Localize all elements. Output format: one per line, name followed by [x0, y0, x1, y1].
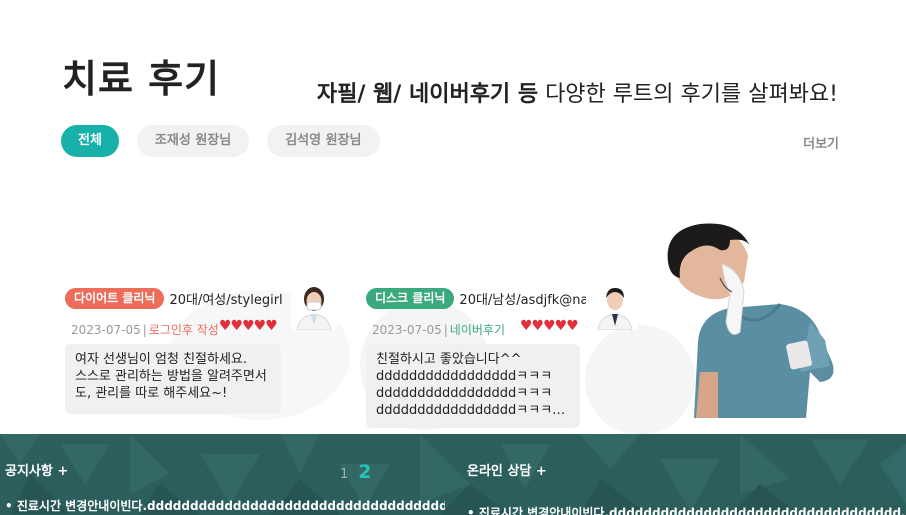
doctor-avatar — [592, 280, 638, 330]
clinic-badge: 디스크 클리닉 — [366, 288, 455, 309]
page-title: 치료 후기 — [62, 57, 221, 101]
doctor-avatar — [291, 280, 337, 330]
rating-hearts: ♥♥♥♥♥ — [219, 318, 278, 334]
review-source: 네이버후기 — [449, 323, 505, 337]
page-subtitle: 자필/ 웹/ 네이버후기 등 다양한 루트의 후기를 살펴봐요! — [317, 76, 838, 108]
footer-panel: 공지사항 + • 진료시간 변경안내이빈다.dddddddddddddddddd… — [0, 434, 906, 515]
review-source: 로그인후 작성 — [148, 323, 219, 337]
page-1[interactable]: 1 — [340, 467, 348, 482]
doctor-tabs: 전체 조재성 원장님 김석영 원장님 — [61, 125, 380, 157]
review-card[interactable]: 다이어트 클리닉 20대/여성/stylegirl 2023-07-05 | 로그인… — [65, 280, 337, 418]
consult-item[interactable]: • 진료시간 변경안내이빈다.ddddddddddddddddddddddddd… — [467, 504, 906, 515]
patient-photo — [667, 223, 834, 418]
review-head: 다이어트 클리닉 20대/여성/stylegirl — [65, 288, 285, 309]
consult-title[interactable]: 온라인 상담 + — [467, 460, 547, 479]
review-text: 여자 선생님이 엄청 친절하세요. 스스로 관리하는 방법을 알려주면서도, 관… — [65, 344, 281, 414]
review-meta: 2023-07-05 | 로그인후 작성 — [71, 323, 219, 337]
review-text: 친절하시고 좋았습니다^^ dddddddddddddddddㅋㅋㅋ ddddd… — [366, 344, 580, 428]
review-date: 2023-07-05 — [71, 323, 141, 337]
review-date: 2023-07-05 — [372, 323, 442, 337]
notice-item[interactable]: • 진료시간 변경안내이빈다.ddddddddddddddddddddddddd… — [5, 497, 445, 514]
tab-all[interactable]: 전체 — [61, 125, 119, 157]
more-link[interactable]: 더보기 — [803, 133, 839, 152]
clinic-badge: 다이어트 클리닉 — [65, 288, 165, 309]
review-card[interactable]: 디스크 클리닉 20대/남성/asdjfk@naver.com 2023-07-… — [366, 280, 638, 428]
review-head: 디스크 클리닉 20대/남성/asdjfk@naver.com — [366, 288, 586, 309]
tab-doctor-jo[interactable]: 조재성 원장님 — [136, 125, 250, 157]
doctor-female-icon — [291, 280, 337, 330]
review-author: 20대/여성/stylegirl — [169, 293, 283, 308]
doctor-male-icon — [592, 280, 638, 330]
pagination: 1 2 — [340, 461, 372, 483]
review-meta: 2023-07-05 | 네이버후기 — [372, 323, 505, 337]
subtitle-rest: 다양한 루트의 후기를 살펴봐요! — [538, 82, 838, 107]
subtitle-bold: 자필/ 웹/ 네이버후기 등 — [316, 82, 539, 107]
notice-title[interactable]: 공지사항 + — [5, 460, 68, 479]
rating-hearts: ♥♥♥♥♥ — [520, 318, 579, 334]
review-author: 20대/남성/asdjfk@naver.com — [459, 293, 586, 308]
tab-doctor-kim[interactable]: 김석영 원장님 — [267, 125, 380, 157]
page-2[interactable]: 2 — [358, 461, 371, 483]
